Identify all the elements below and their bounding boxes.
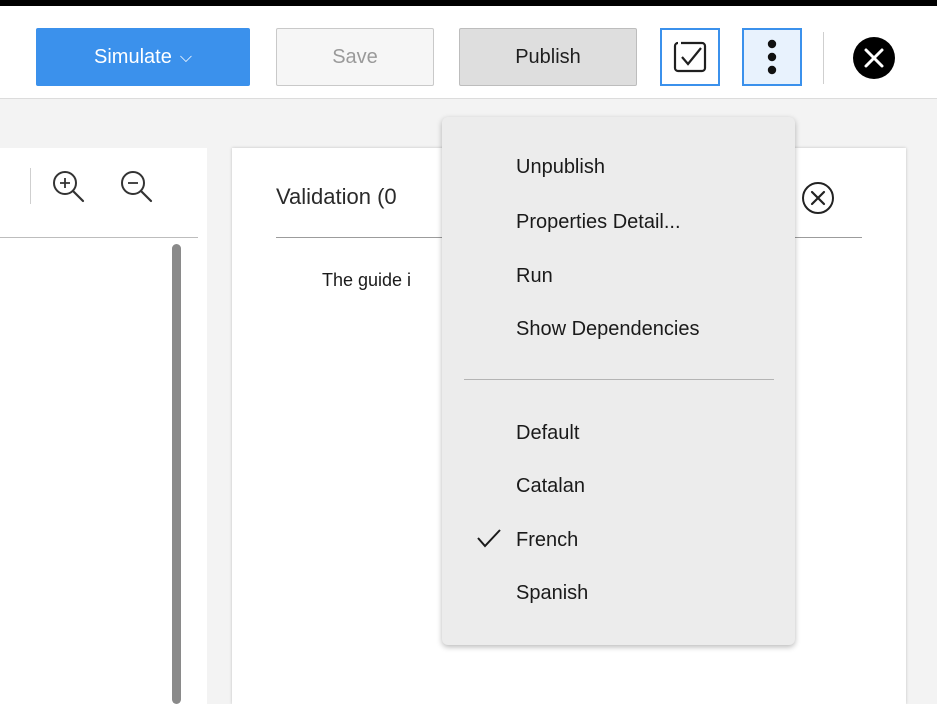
zoom-out-icon [121,171,153,203]
menu-item-language-default[interactable]: Default [516,422,579,445]
more-options-button[interactable] [742,28,802,86]
validation-title: Validation (0 [276,184,397,209]
menu-divider [464,379,774,380]
toolbar-divider [823,32,824,84]
simulate-label: Simulate [94,45,172,68]
canvas-divider [0,237,198,238]
zoom-in-icon [53,171,85,203]
menu-item-language-spanish[interactable]: Spanish [516,582,588,605]
vertical-scrollbar[interactable] [172,244,181,704]
menu-item-show-dependencies[interactable]: Show Dependencies [516,318,699,341]
validation-close-button[interactable] [798,178,838,218]
save-label: Save [332,45,378,68]
publish-button[interactable]: Publish [459,28,637,86]
validate-button[interactable] [660,28,720,86]
close-button[interactable] [852,36,896,80]
menu-item-language-catalan[interactable]: Catalan [516,475,585,498]
validate-icon [673,41,707,73]
more-options-menu: Unpublish Properties Detail... Run Show … [442,117,795,645]
zoom-divider [30,168,31,204]
menu-item-run[interactable]: Run [516,265,553,288]
more-vertical-icon [767,39,777,75]
menu-item-properties-detail[interactable]: Properties Detail... [516,211,681,234]
close-circle-icon [802,182,834,214]
simulate-button[interactable]: Simulate ⌵ [36,28,250,86]
publish-label: Publish [515,45,581,68]
checkmark-icon [477,529,501,548]
save-button[interactable]: Save [276,28,434,86]
validation-message: The guide i [322,270,412,290]
chevron-down-icon: ⌵ [179,49,192,66]
top-toolbar: Simulate ⌵ Save Publish [0,6,937,99]
canvas-pane [0,148,207,704]
close-icon [853,37,895,79]
zoom-in-button[interactable] [50,168,86,204]
zoom-out-button[interactable] [118,168,154,204]
menu-item-unpublish[interactable]: Unpublish [516,156,605,179]
menu-item-language-french[interactable]: French [516,529,578,552]
